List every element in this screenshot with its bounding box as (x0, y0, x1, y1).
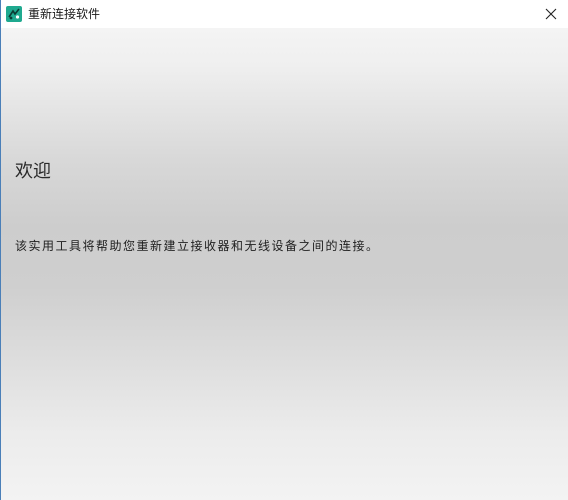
description-text: 该实用工具将帮助您重新建立接收器和无线设备之间的连接。 (15, 239, 380, 253)
reconnect-window: 重新连接软件 欢迎 该实用工具将帮助您重新建立接收器和无线设备之间的连接。 (0, 0, 568, 500)
logi-connect-icon (6, 6, 22, 22)
window-title: 重新连接软件 (28, 7, 101, 21)
main-content: 欢迎 该实用工具将帮助您重新建立接收器和无线设备之间的连接。 (1, 28, 568, 500)
page-title: 欢迎 (15, 161, 51, 182)
close-button[interactable] (534, 0, 568, 28)
close-icon (545, 5, 557, 24)
title-bar[interactable]: 重新连接软件 (1, 0, 568, 28)
